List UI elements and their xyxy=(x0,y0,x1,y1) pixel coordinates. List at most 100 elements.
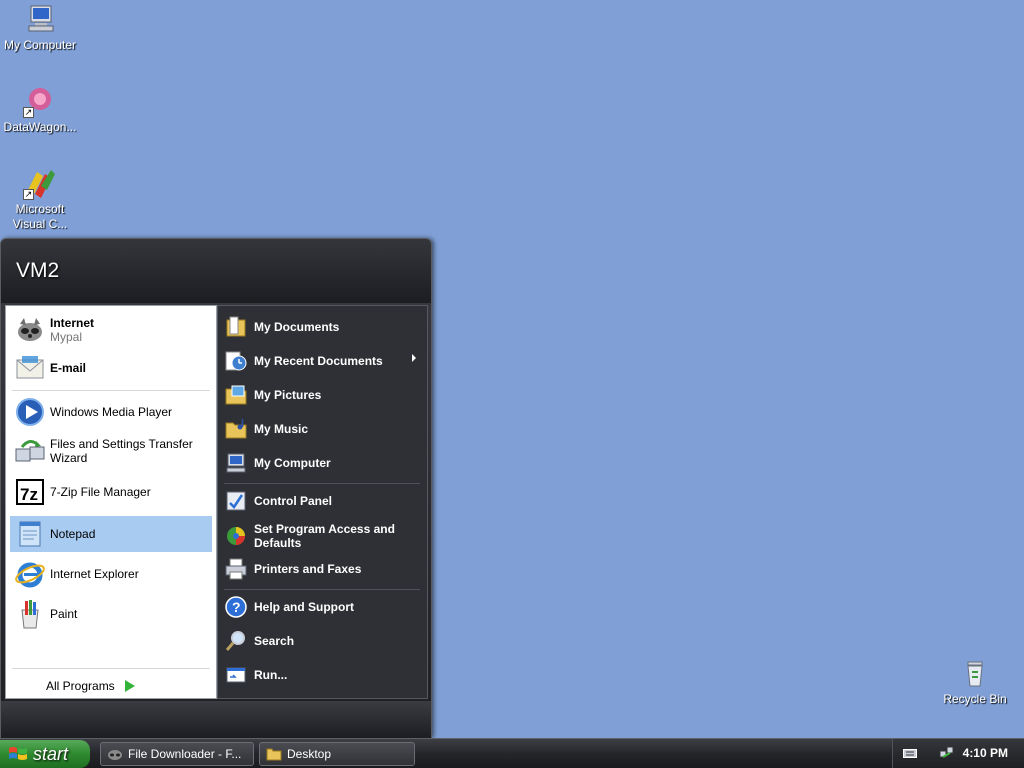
place-label: Run... xyxy=(254,668,288,682)
keyboard-icon[interactable] xyxy=(903,747,917,762)
task-button-label: File Downloader - F... xyxy=(128,747,242,761)
folder-icon xyxy=(266,746,282,762)
all-programs-button[interactable]: All Programs xyxy=(46,676,186,696)
task-button-label: Desktop xyxy=(287,747,332,761)
all-programs-label: All Programs xyxy=(46,679,115,693)
recent-item-media-player[interactable]: Windows Media Player xyxy=(10,396,212,428)
my-computer-icon xyxy=(23,2,57,36)
place-label: Printers and Faxes xyxy=(254,562,362,576)
taskbar: start File Downloader - F... Desktop 4:1… xyxy=(0,738,1024,768)
my-pictures-icon xyxy=(224,383,248,407)
pinned-item-internet[interactable]: Internet Mypal xyxy=(10,314,212,346)
media-player-icon xyxy=(14,396,46,428)
my-music-icon xyxy=(224,417,248,441)
svg-text:?: ? xyxy=(232,599,241,615)
place-my-pictures[interactable]: My Pictures xyxy=(224,382,420,408)
place-my-music[interactable]: My Music xyxy=(224,416,420,442)
submenu-arrow-icon xyxy=(412,354,416,362)
mypal-icon xyxy=(14,314,46,346)
desktop-icon-recycle-bin[interactable]: Recycle Bin xyxy=(935,656,1015,707)
place-label: My Computer xyxy=(254,456,331,470)
place-run[interactable]: Run... xyxy=(224,662,420,688)
divider xyxy=(12,390,210,391)
place-label: My Documents xyxy=(254,320,340,334)
printer-icon xyxy=(224,557,248,581)
recent-item-label: Windows Media Player xyxy=(50,405,173,419)
place-my-documents[interactable]: My Documents xyxy=(224,314,420,340)
recent-item-label: 7-Zip File Manager xyxy=(50,485,151,499)
clock[interactable]: 4:10 PM xyxy=(963,746,1008,760)
7zip-icon: 7z xyxy=(14,476,46,508)
start-menu-left-pane: Internet Mypal E-mail Windows Media Play… xyxy=(5,305,217,699)
pinned-item-email[interactable]: E-mail xyxy=(10,352,212,384)
pinned-item-title: E-mail xyxy=(50,361,87,375)
system-tray: 4:10 PM xyxy=(892,739,1024,768)
desktop-icon-visual-c[interactable]: ↗ Microsoft Visual C... xyxy=(0,166,80,232)
recent-item-notepad[interactable]: Notepad xyxy=(10,516,212,552)
pinned-item-title: Internet xyxy=(50,316,95,330)
pinned-item-subtitle: Mypal xyxy=(50,330,83,344)
divider xyxy=(224,589,420,590)
place-label: My Pictures xyxy=(254,388,322,402)
divider xyxy=(224,483,420,484)
recent-item-paint[interactable]: Paint xyxy=(10,598,212,630)
place-label: My Recent Documents xyxy=(254,354,383,368)
place-control-panel[interactable]: Control Panel xyxy=(224,488,420,514)
desktop-icon-label: DataWagon... xyxy=(3,120,77,134)
place-label: Search xyxy=(254,634,295,648)
desktop-icon-datawagon[interactable]: ↗ DataWagon... xyxy=(0,84,80,135)
help-icon: ? xyxy=(224,595,248,619)
task-button-file-downloader[interactable]: File Downloader - F... xyxy=(100,742,254,766)
recent-item-internet-explorer[interactable]: Internet Explorer xyxy=(10,558,212,590)
place-search[interactable]: Search xyxy=(224,628,420,654)
shortcut-arrow-icon: ↗ xyxy=(23,107,34,118)
my-documents-icon xyxy=(224,315,248,339)
notepad-icon xyxy=(14,518,46,550)
file-downloader-icon xyxy=(107,746,123,762)
desktop-icon-label: My Computer xyxy=(3,38,77,52)
task-button-desktop[interactable]: Desktop xyxy=(259,742,415,766)
datawagon-icon: ↗ xyxy=(23,84,57,118)
place-label: Control Panel xyxy=(254,494,333,508)
user-name: VM2 xyxy=(16,259,60,282)
visual-c-icon: ↗ xyxy=(23,166,57,200)
windows-flag-icon xyxy=(8,745,28,763)
start-label: start xyxy=(33,743,69,764)
start-menu-header: VM2 xyxy=(1,239,431,303)
shortcut-arrow-icon: ↗ xyxy=(23,189,34,200)
paint-icon xyxy=(14,598,46,630)
place-label: Set Program Access and Defaults xyxy=(254,522,395,550)
play-arrow-icon xyxy=(124,680,135,692)
divider xyxy=(12,668,210,669)
place-label: Help and Support xyxy=(254,600,354,614)
email-icon xyxy=(14,352,46,384)
recycle-bin-icon xyxy=(958,656,992,690)
program-access-icon xyxy=(224,524,248,548)
place-printers-faxes[interactable]: Printers and Faxes xyxy=(224,556,420,582)
recent-item-label: Paint xyxy=(50,607,78,621)
recent-documents-icon xyxy=(224,349,248,373)
place-program-access[interactable]: Set Program Access and Defaults xyxy=(224,520,420,552)
search-icon xyxy=(224,629,248,653)
place-my-recent-documents[interactable]: My Recent Documents xyxy=(224,348,420,374)
recent-item-7zip[interactable]: 7z 7-Zip File Manager xyxy=(10,476,212,508)
recent-item-label: Files and Settings Transfer Wizard xyxy=(50,437,193,465)
place-help-support[interactable]: ? Help and Support xyxy=(224,594,420,620)
transfer-wizard-icon xyxy=(14,435,46,467)
start-button[interactable]: start xyxy=(0,740,90,768)
start-menu-footer xyxy=(1,701,431,739)
desktop-icon-my-computer[interactable]: My Computer xyxy=(0,2,80,53)
control-panel-icon xyxy=(224,489,248,513)
recent-item-transfer-wizard[interactable]: Files and Settings Transfer Wizard xyxy=(10,434,212,468)
recent-item-label: Notepad xyxy=(50,527,96,541)
place-label: My Music xyxy=(254,422,309,436)
network-icon[interactable] xyxy=(939,745,955,764)
desktop-icon-label: Recycle Bin xyxy=(943,692,1007,706)
desktop-icon-label: Microsoft Visual C... xyxy=(12,202,68,231)
place-my-computer[interactable]: My Computer xyxy=(224,450,420,476)
svg-text:7z: 7z xyxy=(20,485,38,504)
run-icon xyxy=(224,663,248,687)
start-menu-right-pane: My Documents My Recent Documents My Pict… xyxy=(217,305,428,699)
start-menu: VM2 Internet Mypal E-mail Windows Media … xyxy=(0,238,432,739)
internet-explorer-icon xyxy=(14,558,46,590)
